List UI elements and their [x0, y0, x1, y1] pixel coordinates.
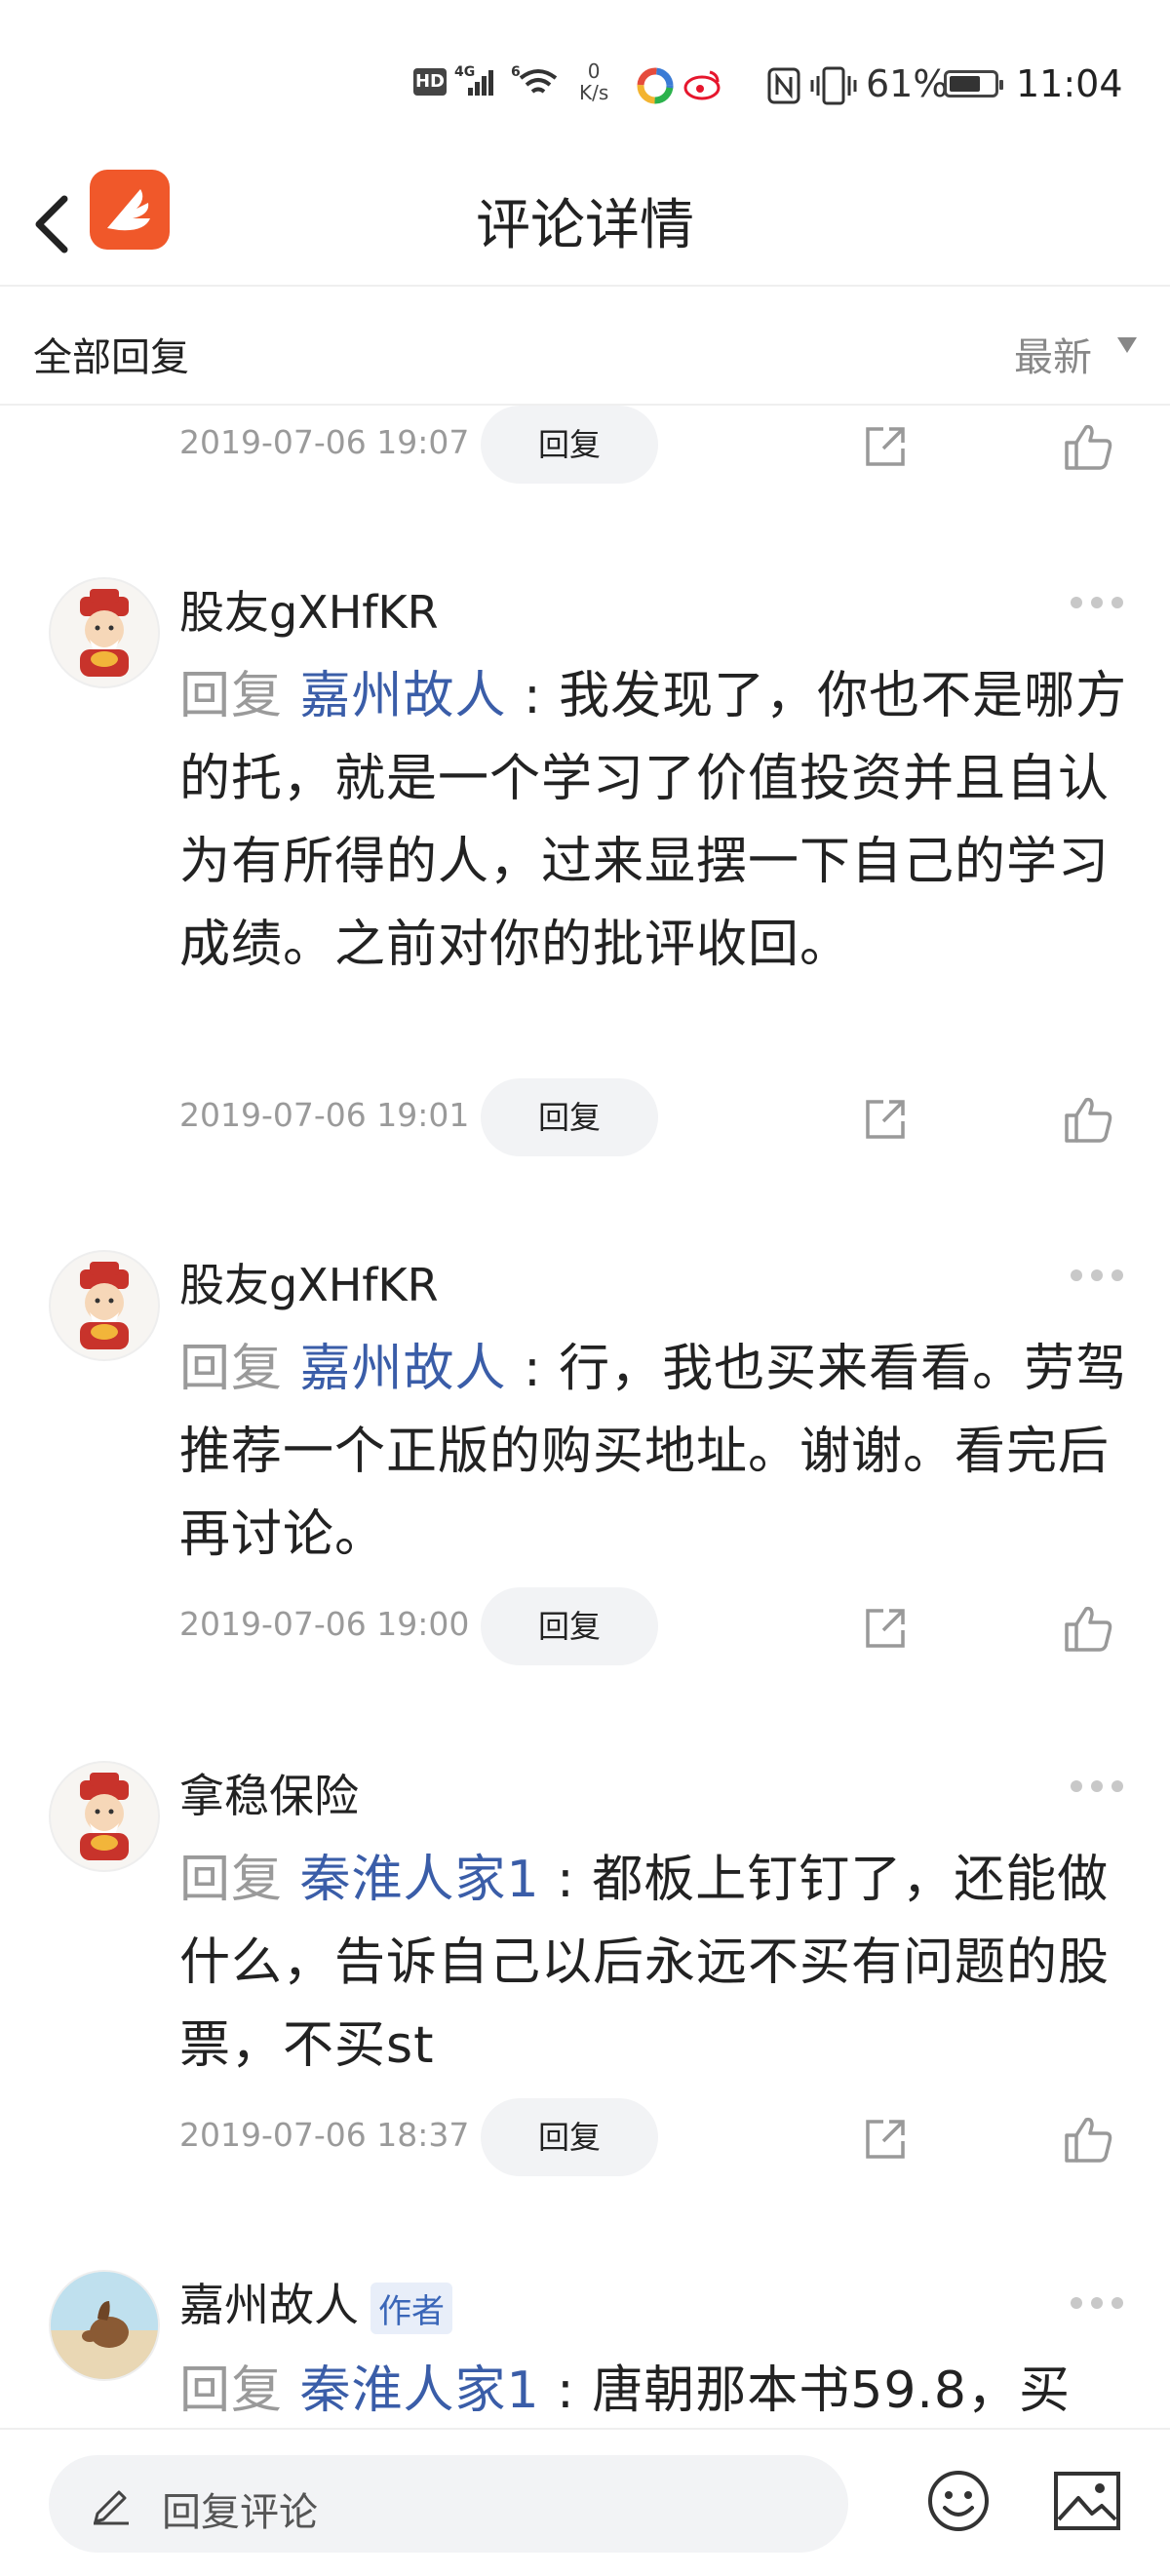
mention-separator: :: [524, 1340, 542, 1398]
mention-separator: :: [557, 2361, 575, 2420]
battery-percentage: 61%: [866, 62, 949, 105]
avatar[interactable]: [49, 577, 160, 688]
avatar[interactable]: [49, 1250, 160, 1361]
more-options-icon[interactable]: [1071, 597, 1123, 610]
reply-prefix: 回复: [179, 1340, 284, 1398]
comment-body: 回复 嘉州故人 : 行，我也买来看看。劳驾推荐一个正版的购买地址。谢谢。看完后再…: [179, 1328, 1135, 1577]
wifi-icon: 6: [511, 64, 558, 94]
reply-button[interactable]: 回复: [481, 2098, 658, 2176]
comment-timestamp: 2019-07-06 19:01: [179, 1096, 470, 1134]
sort-dropdown[interactable]: 最新: [1014, 326, 1092, 382]
mention-link[interactable]: 嘉州故人: [300, 667, 507, 725]
comment-username[interactable]: 股友gXHfKR: [179, 1250, 439, 1314]
reply-button[interactable]: 回复: [481, 1587, 658, 1665]
comment-username[interactable]: 拿稳保险: [179, 1761, 359, 1825]
share-icon[interactable]: [862, 1096, 909, 1143]
author-badge: 作者: [370, 2283, 452, 2334]
emoji-icon[interactable]: [926, 2469, 991, 2533]
share-icon[interactable]: [862, 423, 909, 470]
more-options-icon[interactable]: [1071, 1780, 1123, 1794]
reply-button[interactable]: 回复: [481, 406, 658, 484]
speed-value: 0: [587, 59, 601, 83]
status-bar: HD 4G 6 0 K/s 61% 11:04: [0, 0, 1170, 166]
more-options-icon[interactable]: [1071, 2297, 1123, 2311]
hd-indicator: HD: [413, 68, 447, 96]
comment-username[interactable]: 股友gXHfKR: [179, 577, 439, 642]
reply-prefix: 回复: [179, 1851, 284, 1909]
bottom-bar: 回复评论: [0, 2428, 1170, 2576]
page-title: 评论详情: [476, 194, 694, 257]
comment-body: 回复 秦淮人家1 : 唐朝那本书59.8，买: [179, 2350, 1135, 2433]
all-replies-label: 全部回复: [33, 335, 189, 380]
reply-input-placeholder: 回复评论: [162, 2490, 318, 2535]
mention-link[interactable]: 秦淮人家1: [300, 2361, 540, 2420]
pencil-icon: [94, 2490, 129, 2525]
reply-comment-input[interactable]: 回复评论: [49, 2455, 848, 2553]
mention-separator: :: [524, 667, 542, 725]
comment-meta-row: 2019-07-06 19:01 回复: [0, 1078, 1170, 1156]
avatar[interactable]: [49, 1761, 160, 1872]
reply-prefix: 回复: [179, 2361, 284, 2420]
mention-separator: :: [557, 1851, 575, 1909]
comment-username[interactable]: 嘉州故人 作者: [179, 2270, 452, 2334]
mention-link[interactable]: 秦淮人家1: [300, 1851, 540, 1909]
battery-icon: [944, 70, 1003, 98]
clock: 11:04: [1016, 62, 1123, 105]
mention-link[interactable]: 嘉州故人: [300, 1340, 507, 1398]
image-icon[interactable]: [1053, 2471, 1121, 2531]
thumbs-up-icon[interactable]: [1063, 2114, 1113, 2165]
comment-body: 回复 嘉州故人 : 我发现了，你也不是哪方的托，就是一个学习了价值投资并且自认为…: [179, 655, 1135, 987]
comment-meta-row: 2019-07-06 18:37 回复: [0, 2098, 1170, 2176]
share-icon[interactable]: [862, 2116, 909, 2163]
comment-timestamp: 2019-07-06 19:00: [179, 1605, 470, 1643]
comment-meta-row: 2019-07-06 19:07 回复: [0, 406, 1170, 484]
comment-timestamp: 2019-07-06 18:37: [179, 2116, 470, 2154]
comment-text: 唐朝那本书59.8，买: [592, 2361, 1072, 2420]
comment-username-text: 嘉州故人: [179, 2279, 359, 2331]
thumbs-up-icon[interactable]: [1063, 421, 1113, 472]
reply-prefix: 回复: [179, 667, 284, 725]
network-type: 4G: [454, 64, 475, 80]
avatar[interactable]: [49, 2270, 160, 2381]
app-notification-icon: [637, 67, 674, 104]
network-speed: 0 K/s: [579, 60, 608, 103]
vibrate-icon: [810, 66, 857, 105]
share-icon[interactable]: [862, 1605, 909, 1652]
comment-body: 回复 秦淮人家1 : 都板上钉钉了，还能做什么，告诉自己以后永远不买有问题的股票…: [179, 1839, 1135, 2088]
caret-down-icon[interactable]: [1117, 337, 1137, 353]
thumbs-up-icon[interactable]: [1063, 1094, 1113, 1145]
sina-icon: [683, 70, 721, 100]
nfc-icon: [767, 67, 800, 104]
thumbs-up-icon[interactable]: [1063, 1603, 1113, 1654]
cellular-signal-icon: 4G: [454, 64, 493, 96]
comment-meta-row: 2019-07-06 19:00 回复: [0, 1587, 1170, 1665]
wifi-type: 6: [511, 64, 521, 80]
more-options-icon[interactable]: [1071, 1269, 1123, 1283]
speed-unit: K/s: [579, 81, 609, 104]
comment-timestamp: 2019-07-06 19:07: [179, 423, 470, 461]
reply-button[interactable]: 回复: [481, 1078, 658, 1156]
